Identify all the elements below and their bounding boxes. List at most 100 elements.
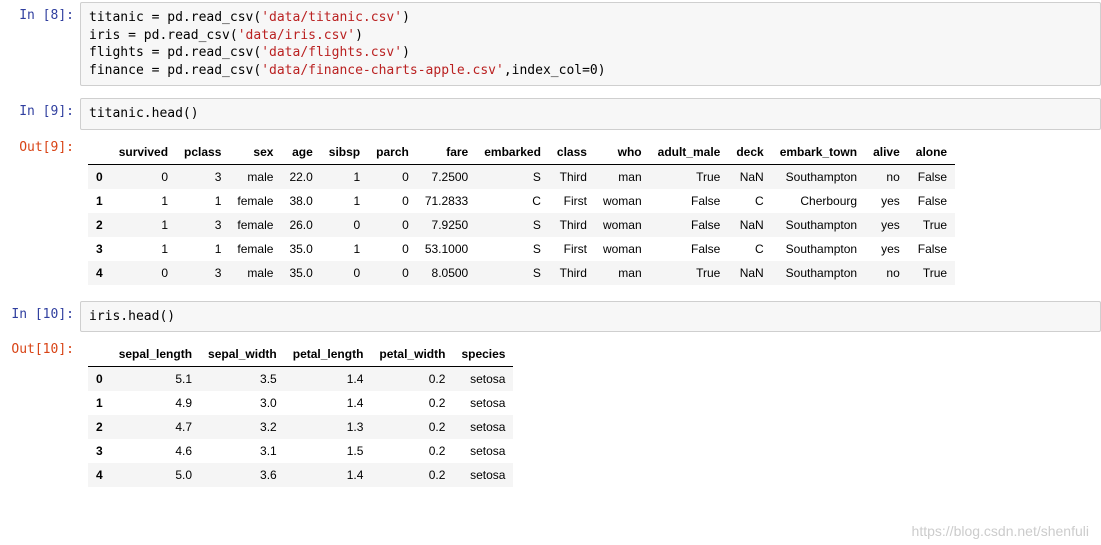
- table-cell: 1.4: [285, 367, 372, 392]
- table-cell: 1.4: [285, 463, 372, 487]
- column-header: who: [595, 140, 650, 165]
- code-input-9[interactable]: titanic.head(): [80, 98, 1101, 130]
- code-text-9[interactable]: titanic.head(): [89, 105, 1092, 123]
- code-input-8[interactable]: titanic = pd.read_csv('data/titanic.csv'…: [80, 2, 1101, 86]
- output-area-10: sepal_lengthsepal_widthpetal_lengthpetal…: [80, 336, 1101, 491]
- column-header: age: [281, 140, 320, 165]
- table-cell: 3: [176, 213, 229, 237]
- table-cell: no: [865, 164, 908, 189]
- table-cell: 0: [368, 213, 417, 237]
- column-header: alone: [908, 140, 955, 165]
- output-area-9: survivedpclasssexagesibspparchfareembark…: [80, 134, 1101, 289]
- table-cell: 1.4: [285, 391, 372, 415]
- table-cell: 0: [368, 237, 417, 261]
- table-cell: 5.1: [111, 367, 200, 392]
- column-header: sex: [229, 140, 281, 165]
- table-cell: female: [229, 213, 281, 237]
- row-index: 3: [88, 237, 111, 261]
- table-cell: 4.6: [111, 439, 200, 463]
- column-header: sepal_length: [111, 342, 200, 367]
- table-cell: setosa: [453, 463, 513, 487]
- code-text-8[interactable]: titanic = pd.read_csv('data/titanic.csv'…: [89, 9, 1092, 79]
- table-cell: 1.3: [285, 415, 372, 439]
- table-row: 24.73.21.30.2setosa: [88, 415, 513, 439]
- table-row: 213female26.0007.9250SThirdwomanFalseNaN…: [88, 213, 955, 237]
- table-cell: False: [908, 164, 955, 189]
- table-row: 403male35.0008.0500SThirdmanTrueNaNSouth…: [88, 261, 955, 285]
- row-index: 1: [88, 391, 111, 415]
- table-row: 05.13.51.40.2setosa: [88, 367, 513, 392]
- table-cell: 4.9: [111, 391, 200, 415]
- table-cell: woman: [595, 237, 650, 261]
- table-cell: First: [549, 237, 595, 261]
- table-row: 45.03.61.40.2setosa: [88, 463, 513, 487]
- table-cell: setosa: [453, 391, 513, 415]
- table-cell: 0.2: [371, 415, 453, 439]
- in-prompt-9: In [9]:: [0, 98, 80, 130]
- table-cell: 1: [321, 237, 368, 261]
- table-cell: S: [476, 261, 549, 285]
- row-index: 0: [88, 164, 111, 189]
- table-cell: 0: [111, 261, 176, 285]
- table-cell: Cherbourg: [772, 189, 865, 213]
- table-cell: 7.9250: [417, 213, 476, 237]
- table-cell: False: [650, 237, 729, 261]
- table-row: 14.93.01.40.2setosa: [88, 391, 513, 415]
- table-cell: 3.6: [200, 463, 285, 487]
- table-row: 111female38.01071.2833CFirstwomanFalseCC…: [88, 189, 955, 213]
- table-cell: Southampton: [772, 237, 865, 261]
- row-index: 3: [88, 439, 111, 463]
- column-header: sibsp: [321, 140, 368, 165]
- table-cell: 0: [321, 213, 368, 237]
- code-cell-8: In [8]: titanic = pd.read_csv('data/tita…: [0, 0, 1101, 88]
- column-header: adult_male: [650, 140, 729, 165]
- table-cell: 3.0: [200, 391, 285, 415]
- table-cell: female: [229, 189, 281, 213]
- dataframe-iris: sepal_lengthsepal_widthpetal_lengthpetal…: [88, 342, 513, 487]
- table-cell: S: [476, 237, 549, 261]
- table-cell: setosa: [453, 415, 513, 439]
- table-cell: 0: [368, 261, 417, 285]
- code-cell-9: In [9]: titanic.head(): [0, 96, 1101, 132]
- in-prompt-10: In [10]:: [0, 301, 80, 333]
- table-cell: 4.7: [111, 415, 200, 439]
- table-cell: 35.0: [281, 237, 320, 261]
- table-cell: female: [229, 237, 281, 261]
- column-header: class: [549, 140, 595, 165]
- table-cell: 0: [368, 164, 417, 189]
- table-cell: 3: [176, 164, 229, 189]
- table-cell: 8.0500: [417, 261, 476, 285]
- in-prompt-8: In [8]:: [0, 2, 80, 86]
- table-cell: woman: [595, 189, 650, 213]
- row-index: 1: [88, 189, 111, 213]
- table-cell: C: [476, 189, 549, 213]
- table-cell: True: [908, 261, 955, 285]
- column-header: deck: [728, 140, 771, 165]
- column-header: alive: [865, 140, 908, 165]
- table-cell: 3.1: [200, 439, 285, 463]
- table-cell: 1: [176, 189, 229, 213]
- table-cell: 1: [176, 237, 229, 261]
- code-text-10[interactable]: iris.head(): [89, 308, 1092, 326]
- out-prompt-10: Out[10]:: [0, 336, 80, 491]
- code-input-10[interactable]: iris.head(): [80, 301, 1101, 333]
- table-cell: Southampton: [772, 261, 865, 285]
- column-header: parch: [368, 140, 417, 165]
- watermark: https://blog.csdn.net/shenfuli: [912, 523, 1089, 539]
- table-cell: False: [650, 189, 729, 213]
- table-cell: 3: [176, 261, 229, 285]
- table-cell: yes: [865, 189, 908, 213]
- table-cell: NaN: [728, 213, 771, 237]
- table-cell: 5.0: [111, 463, 200, 487]
- output-cell-10: Out[10]: sepal_lengthsepal_widthpetal_le…: [0, 334, 1101, 493]
- table-row: 34.63.11.50.2setosa: [88, 439, 513, 463]
- table-cell: 3.2: [200, 415, 285, 439]
- table-cell: 1: [111, 237, 176, 261]
- output-cell-9: Out[9]: survivedpclasssexagesibspparchfa…: [0, 132, 1101, 291]
- row-index: 4: [88, 261, 111, 285]
- table-cell: Southampton: [772, 164, 865, 189]
- table-cell: setosa: [453, 367, 513, 392]
- table-cell: 7.2500: [417, 164, 476, 189]
- table-cell: NaN: [728, 164, 771, 189]
- table-cell: False: [908, 189, 955, 213]
